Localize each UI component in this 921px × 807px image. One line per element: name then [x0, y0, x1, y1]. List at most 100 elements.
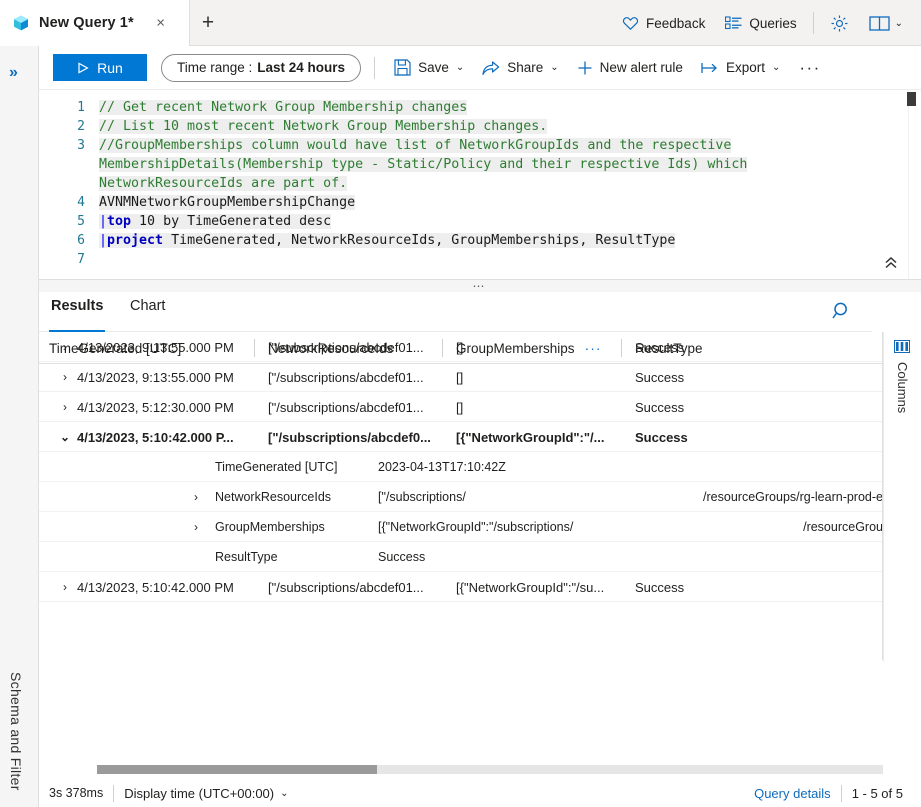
detail-value: Success — [378, 542, 425, 572]
tab-new-query-1[interactable]: New Query 1* × — [0, 0, 190, 46]
time-range-value: Last 24 hours — [257, 60, 345, 75]
chevron-right-icon[interactable]: › — [57, 572, 73, 602]
table-cell: ["/subscriptions/abcdef01... — [268, 392, 424, 422]
book-layout-icon — [869, 15, 890, 32]
code-content[interactable]: 1// Get recent Network Group Membership … — [39, 98, 921, 269]
top-right-actions: Feedback Queries — [612, 0, 913, 46]
chevron-right-icon[interactable]: › — [57, 392, 73, 422]
feedback-button[interactable]: Feedback — [612, 8, 715, 38]
table-cell: Success — [635, 392, 684, 422]
save-label: Save — [418, 60, 449, 75]
code-token: NetworkResourceIds are part of. — [99, 176, 347, 191]
more-commands-button[interactable]: ··· — [789, 62, 830, 74]
code-token: // Get recent Network Group Membership c… — [99, 100, 467, 115]
tab-results[interactable]: Results — [49, 298, 105, 330]
queries-button[interactable]: Queries — [715, 8, 806, 38]
table-cell: Success — [635, 422, 688, 452]
table-row[interactable]: ›4/13/2023, 9:13:55.000 PM["/subscriptio… — [39, 332, 883, 362]
table-cell: 4/13/2023, 5:10:42.000 P... — [77, 422, 234, 452]
table-cell: ["/subscriptions/abcdef01... — [268, 332, 424, 362]
code-token: // List 10 most recent Network Group Mem… — [99, 119, 547, 134]
table-cell: ["/subscriptions/abcdef01... — [268, 362, 424, 392]
export-icon — [701, 61, 719, 75]
code-token: MembershipDetails(Membership type - Stat… — [99, 157, 747, 172]
time-range-picker[interactable]: Time range : Last 24 hours — [161, 54, 361, 82]
detail-key: GroupMemberships — [215, 512, 325, 542]
share-button[interactable]: Share ⌄ — [473, 53, 567, 83]
detail-row: › NetworkResourceIds ["/subscriptions/ /res… — [39, 482, 883, 512]
detail-key: ResultType — [215, 542, 278, 572]
detail-value: 2023-04-13T17:10:42Z — [378, 452, 506, 482]
table-cell: 4/13/2023, 5:12:30.000 PM — [77, 392, 234, 422]
tab-strip: New Query 1* × + Feedback — [0, 0, 921, 46]
table-row[interactable]: ›4/13/2023, 9:13:55.000 PM["/subscriptio… — [39, 362, 883, 392]
export-button[interactable]: Export ⌄ — [692, 53, 789, 83]
new-alert-rule-button[interactable]: New alert rule — [568, 53, 692, 83]
query-editor[interactable]: 1// Get recent Network Group Membership … — [39, 90, 921, 280]
columns-panel[interactable]: Columns — [883, 332, 921, 662]
chevron-double-up-icon[interactable] — [883, 256, 899, 273]
chevron-right-icon[interactable]: › — [57, 332, 73, 362]
layout-button[interactable]: ⌄ — [859, 8, 913, 38]
detail-row: TimeGenerated [UTC] 2023-04-13T17:10:42Z — [39, 452, 883, 482]
save-icon — [394, 59, 411, 76]
save-button[interactable]: Save ⌄ — [385, 53, 473, 83]
export-label: Export — [726, 60, 765, 75]
detail-value: ["/subscriptions/ — [378, 482, 466, 512]
tab-title: New Query 1* — [39, 15, 134, 31]
command-bar: Run Time range : Last 24 hours Save ⌄ — [39, 46, 921, 90]
row-range-label: 1 - 5 of 5 — [852, 786, 903, 801]
results-tabs: Results Chart — [39, 292, 872, 332]
query-details-link[interactable]: Query details — [754, 786, 831, 801]
results-panel: Results Chart Columns TimeGene — [39, 292, 921, 807]
code-token: project — [107, 233, 163, 248]
line-number: 2 — [39, 117, 99, 136]
status-bar-right: Query details 1 - 5 of 5 — [754, 785, 921, 802]
table-cell: Success — [635, 332, 684, 362]
run-label: Run — [97, 60, 123, 76]
run-button[interactable]: Run — [53, 54, 147, 81]
code-line: NetworkResourceIds are part of. — [39, 174, 921, 193]
table-row[interactable]: ›4/13/2023, 5:12:30.000 PM ["/subscriptio… — [39, 392, 883, 422]
search-icon[interactable] — [832, 301, 852, 321]
table-row[interactable]: ›4/13/2023, 5:10:42.000 PM["/subscriptio… — [39, 572, 883, 602]
tab-chart[interactable]: Chart — [128, 298, 167, 330]
code-line: MembershipDetails(Membership type - Stat… — [39, 155, 921, 174]
chevron-down-icon[interactable]: ⌄ — [57, 422, 73, 452]
columns-icon[interactable] — [894, 340, 910, 353]
detail-key: TimeGenerated [UTC] — [215, 452, 338, 482]
columns-label[interactable]: Columns — [895, 362, 910, 413]
query-duration: 3s 378ms — [49, 786, 103, 800]
plus-icon — [577, 60, 593, 76]
table-cell: [{"NetworkGroupId":"/su... — [456, 572, 604, 602]
detail-value-overflow: /resourceGrou — [803, 512, 883, 542]
detail-row: ResultType Success — [39, 542, 883, 572]
chevron-right-icon[interactable]: › — [189, 482, 203, 512]
expand-panel-icon[interactable]: » — [9, 64, 18, 82]
chevron-right-icon[interactable]: › — [57, 362, 73, 392]
schema-and-filter-label[interactable]: Schema and Filter — [8, 672, 24, 791]
horizontal-scrollbar-thumb[interactable] — [97, 765, 377, 774]
horizontal-scrollbar-track[interactable] — [97, 765, 883, 774]
detail-key: NetworkResourceIds — [215, 482, 331, 512]
code-line: 1// Get recent Network Group Membership … — [39, 98, 921, 117]
splitter-grip: ⋯ — [473, 284, 488, 288]
left-rail: » Schema and Filter — [0, 46, 39, 807]
share-icon — [482, 60, 500, 76]
panel-splitter[interactable]: ⋯ — [39, 280, 921, 292]
display-time-selector[interactable]: Display time (UTC+00:00) ⌄ — [124, 786, 288, 801]
code-token: AVNMNetworkGroupMembershipChange — [99, 195, 355, 210]
table-row[interactable]: ⌄4/13/2023, 5:10:42.000 P...["/subscript… — [39, 422, 883, 452]
table-cell: [] — [456, 332, 463, 362]
settings-button[interactable] — [820, 8, 859, 38]
line-number: 6 — [39, 231, 99, 250]
chevron-down-icon: ⌄ — [280, 788, 288, 799]
detail-value-overflow: /resourceGroups/rg-learn-prod-e — [703, 482, 883, 512]
heart-icon — [622, 15, 639, 31]
code-line: 4AVNMNetworkGroupMembershipChange — [39, 193, 921, 212]
queries-list-icon — [725, 16, 742, 30]
new-tab-button[interactable]: + — [196, 12, 220, 36]
close-icon[interactable]: × — [156, 16, 165, 31]
table-cell: Success — [635, 362, 684, 392]
chevron-right-icon[interactable]: › — [189, 512, 203, 542]
